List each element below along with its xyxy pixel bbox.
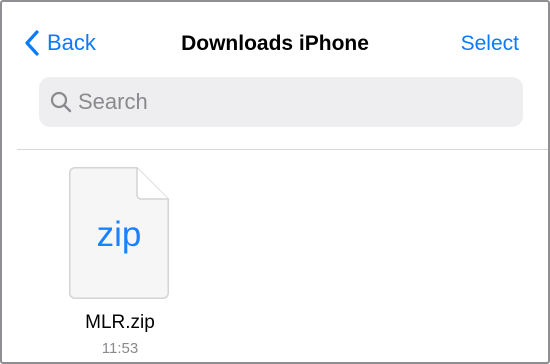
file-name: MLR.zip (85, 312, 155, 333)
files-window: Back Downloads iPhone Select zip MLR.zip… (0, 0, 550, 364)
file-item[interactable]: zip MLR.zip 11:53 (60, 167, 180, 357)
search-icon (50, 91, 72, 113)
header-divider (17, 149, 548, 150)
navigation-bar: Back Downloads iPhone Select (2, 2, 548, 64)
file-modified-time: 11:53 (101, 340, 139, 357)
search-bar[interactable] (39, 77, 523, 127)
search-input[interactable] (78, 89, 498, 115)
file-extension-label: zip (96, 215, 142, 254)
select-button[interactable]: Select (461, 32, 519, 56)
